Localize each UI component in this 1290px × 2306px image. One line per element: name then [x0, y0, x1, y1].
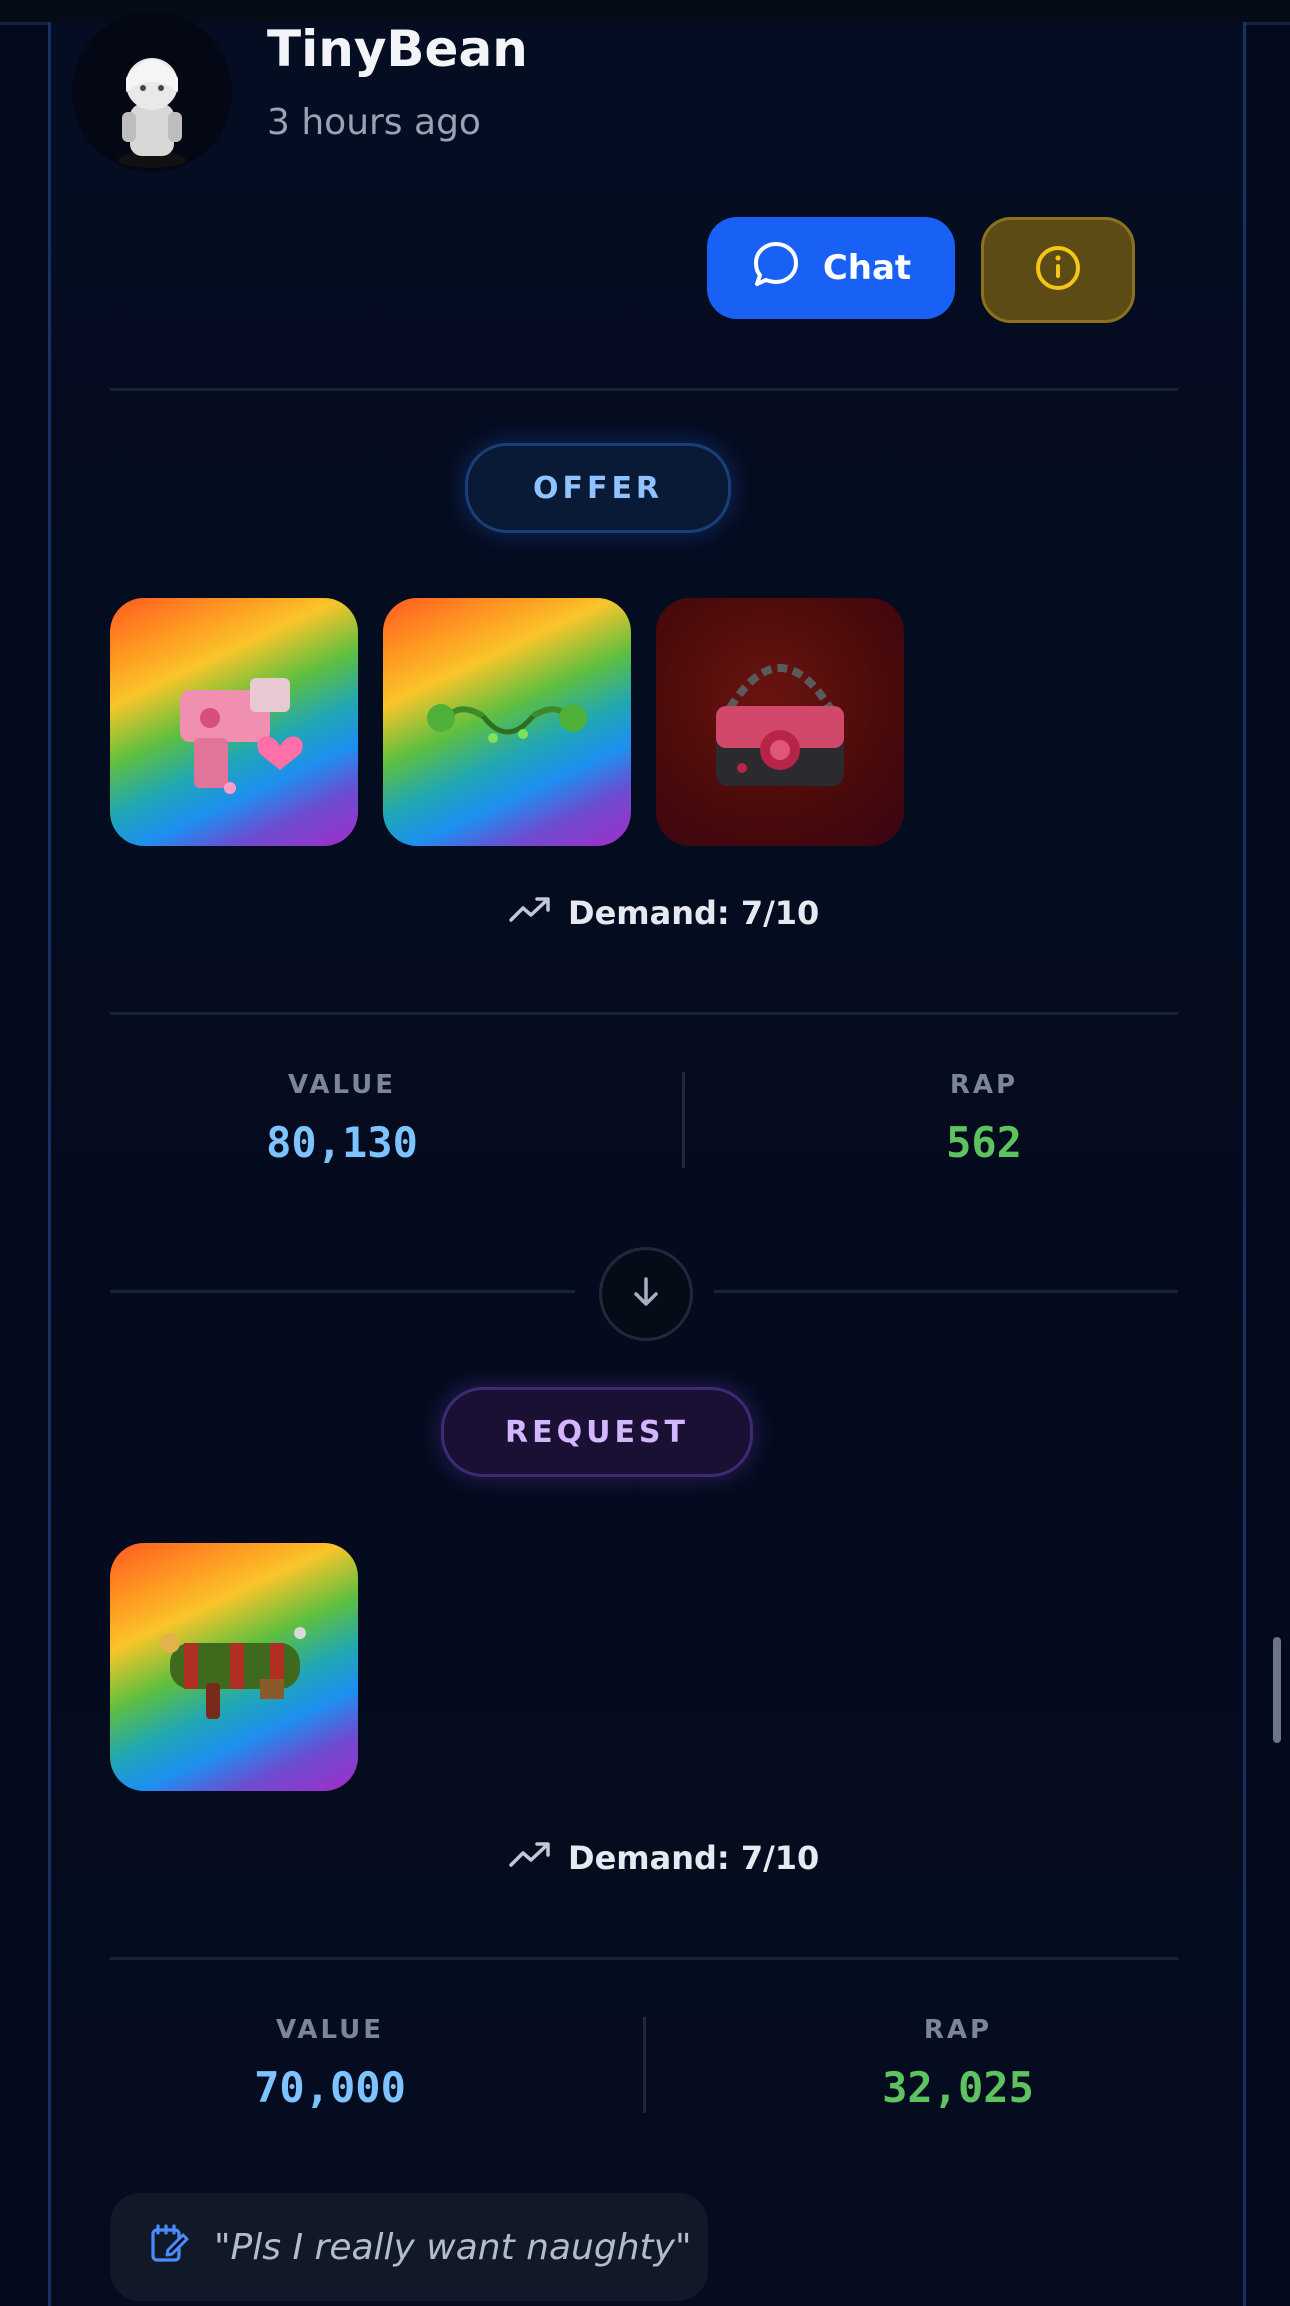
request-badge: REQUEST [441, 1387, 753, 1477]
offer-rap-label: RAP [949, 1070, 1019, 1100]
chat-bubble-icon [751, 239, 801, 298]
note-text: "Pls I really want naughty" [214, 2226, 692, 2268]
username[interactable]: TinyBean [267, 20, 528, 78]
offer-item-rose-handbag[interactable] [656, 598, 904, 846]
chat-button-label: Chat [822, 248, 912, 288]
avatar[interactable] [72, 12, 232, 172]
swap-arrow [599, 1247, 693, 1341]
offer-item-heart-blaster[interactable] [110, 598, 358, 846]
swap-divider-right [714, 1290, 1178, 1293]
timestamp: 3 hours ago [267, 102, 481, 143]
offer-rap: 562 [946, 1118, 1022, 1167]
request-divider [110, 1957, 1178, 1960]
request-rap-label: RAP [923, 2015, 993, 2045]
request-value-label: VALUE [276, 2015, 384, 2045]
scrollbar-thumb[interactable] [1273, 1637, 1281, 1743]
request-value: 70,000 [254, 2063, 406, 2112]
info-icon [1034, 244, 1082, 296]
offer-value: 80,130 [266, 1118, 418, 1167]
note-edit-icon [148, 2222, 190, 2273]
request-demand: Demand: 7/10 [508, 1839, 819, 1877]
request-rap: 32,025 [882, 2063, 1034, 2112]
offer-item-green-antennae[interactable] [383, 598, 631, 846]
offer-demand: Demand: 7/10 [508, 894, 819, 932]
swap-divider-left [110, 1290, 575, 1293]
offer-demand-text: Demand: 7/10 [568, 894, 820, 932]
arrow-down-icon [628, 1274, 664, 1314]
header-divider [110, 388, 1178, 391]
offer-stat-separator [682, 1072, 685, 1168]
trending-up-icon [508, 1839, 552, 1877]
offer-value-label: VALUE [288, 1070, 396, 1100]
trade-note: "Pls I really want naughty" [110, 2193, 708, 2301]
request-item-festive-cannon[interactable] [110, 1543, 358, 1791]
chat-button[interactable]: Chat [707, 217, 955, 319]
trending-up-icon [508, 894, 552, 932]
info-button[interactable] [981, 217, 1135, 323]
offer-divider [110, 1012, 1178, 1015]
request-demand-text: Demand: 7/10 [568, 1839, 820, 1877]
offer-badge: OFFER [465, 443, 731, 533]
request-stat-separator [643, 2017, 646, 2113]
